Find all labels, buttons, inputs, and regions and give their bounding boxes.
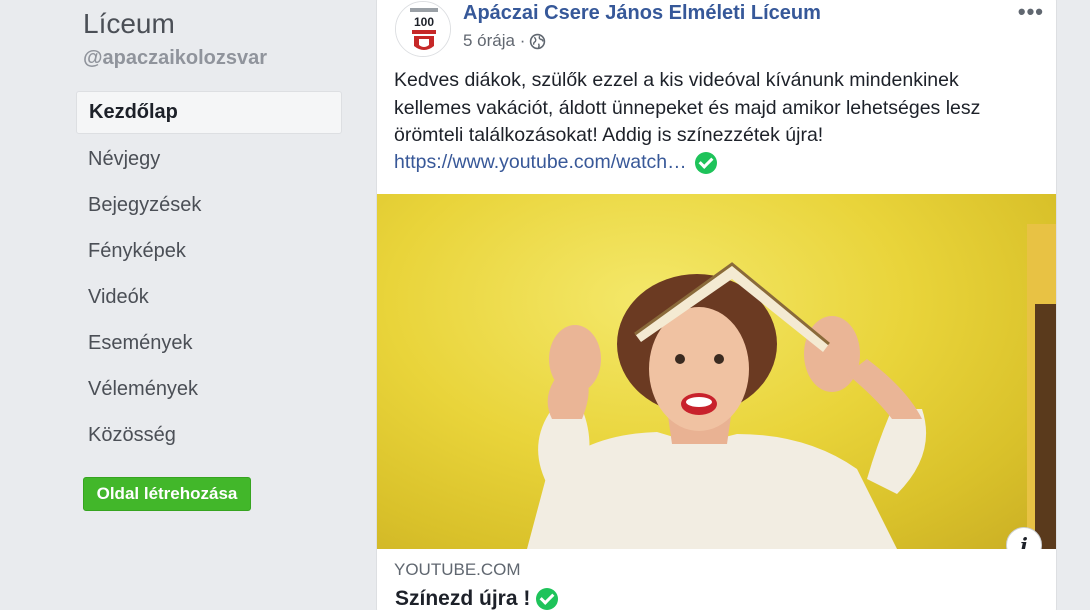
post-link-url[interactable]: https://www.youtube.com/watch… bbox=[394, 151, 687, 174]
verified-check-icon bbox=[694, 151, 717, 174]
avatar-number: 100 bbox=[414, 15, 434, 29]
post-meta: 5 órája · bbox=[463, 31, 546, 51]
nav-item-videos[interactable]: Videók bbox=[76, 275, 342, 321]
more-options-button[interactable]: ••• bbox=[1018, 0, 1044, 25]
video-thumbnail-image bbox=[527, 224, 1056, 549]
post-time[interactable]: 5 órája · bbox=[463, 31, 525, 51]
nav-item-community[interactable]: Közösség bbox=[76, 413, 342, 459]
link-preview-domain[interactable]: YOUTUBE.COM bbox=[394, 560, 521, 580]
verified-check-icon bbox=[536, 588, 559, 610]
post-text: Kedves diákok, szülők ezzel a kis videóv… bbox=[394, 69, 981, 146]
nav-item-reviews[interactable]: Vélemények bbox=[76, 367, 342, 413]
link-preview-title-text[interactable]: Színezd újra ! bbox=[395, 587, 530, 610]
post-author[interactable]: Apáczai Csere János Elméleti Líceum bbox=[463, 2, 821, 25]
post-card: 100 Apáczai Csere János Elméleti Líceum … bbox=[376, 0, 1057, 610]
page-nav: Kezdőlap Névjegy Bejegyzések Fényképek V… bbox=[76, 91, 342, 459]
nav-item-events[interactable]: Események bbox=[76, 321, 342, 367]
video-thumbnail[interactable]: i bbox=[377, 194, 1056, 549]
school-logo-icon: 100 bbox=[396, 2, 450, 56]
page-avatar[interactable]: 100 bbox=[395, 1, 451, 57]
page-handle[interactable]: @apaczaikolozsvar bbox=[83, 47, 267, 70]
post-link[interactable]: https://www.youtube.com/watch… bbox=[394, 151, 717, 174]
create-page-button[interactable]: Oldal létrehozása bbox=[83, 477, 251, 511]
nav-item-about[interactable]: Névjegy bbox=[76, 137, 342, 183]
page-sidebar: Líceum @apaczaikolozsvar Kezdőlap Névjeg… bbox=[0, 0, 356, 610]
page-name: Líceum bbox=[83, 8, 175, 39]
nav-item-photos[interactable]: Fényképek bbox=[76, 229, 342, 275]
globe-icon bbox=[530, 33, 546, 49]
nav-item-posts[interactable]: Bejegyzések bbox=[76, 183, 342, 229]
nav-item-home[interactable]: Kezdőlap bbox=[76, 91, 342, 134]
link-preview-title[interactable]: Színezd újra ! bbox=[395, 587, 559, 610]
